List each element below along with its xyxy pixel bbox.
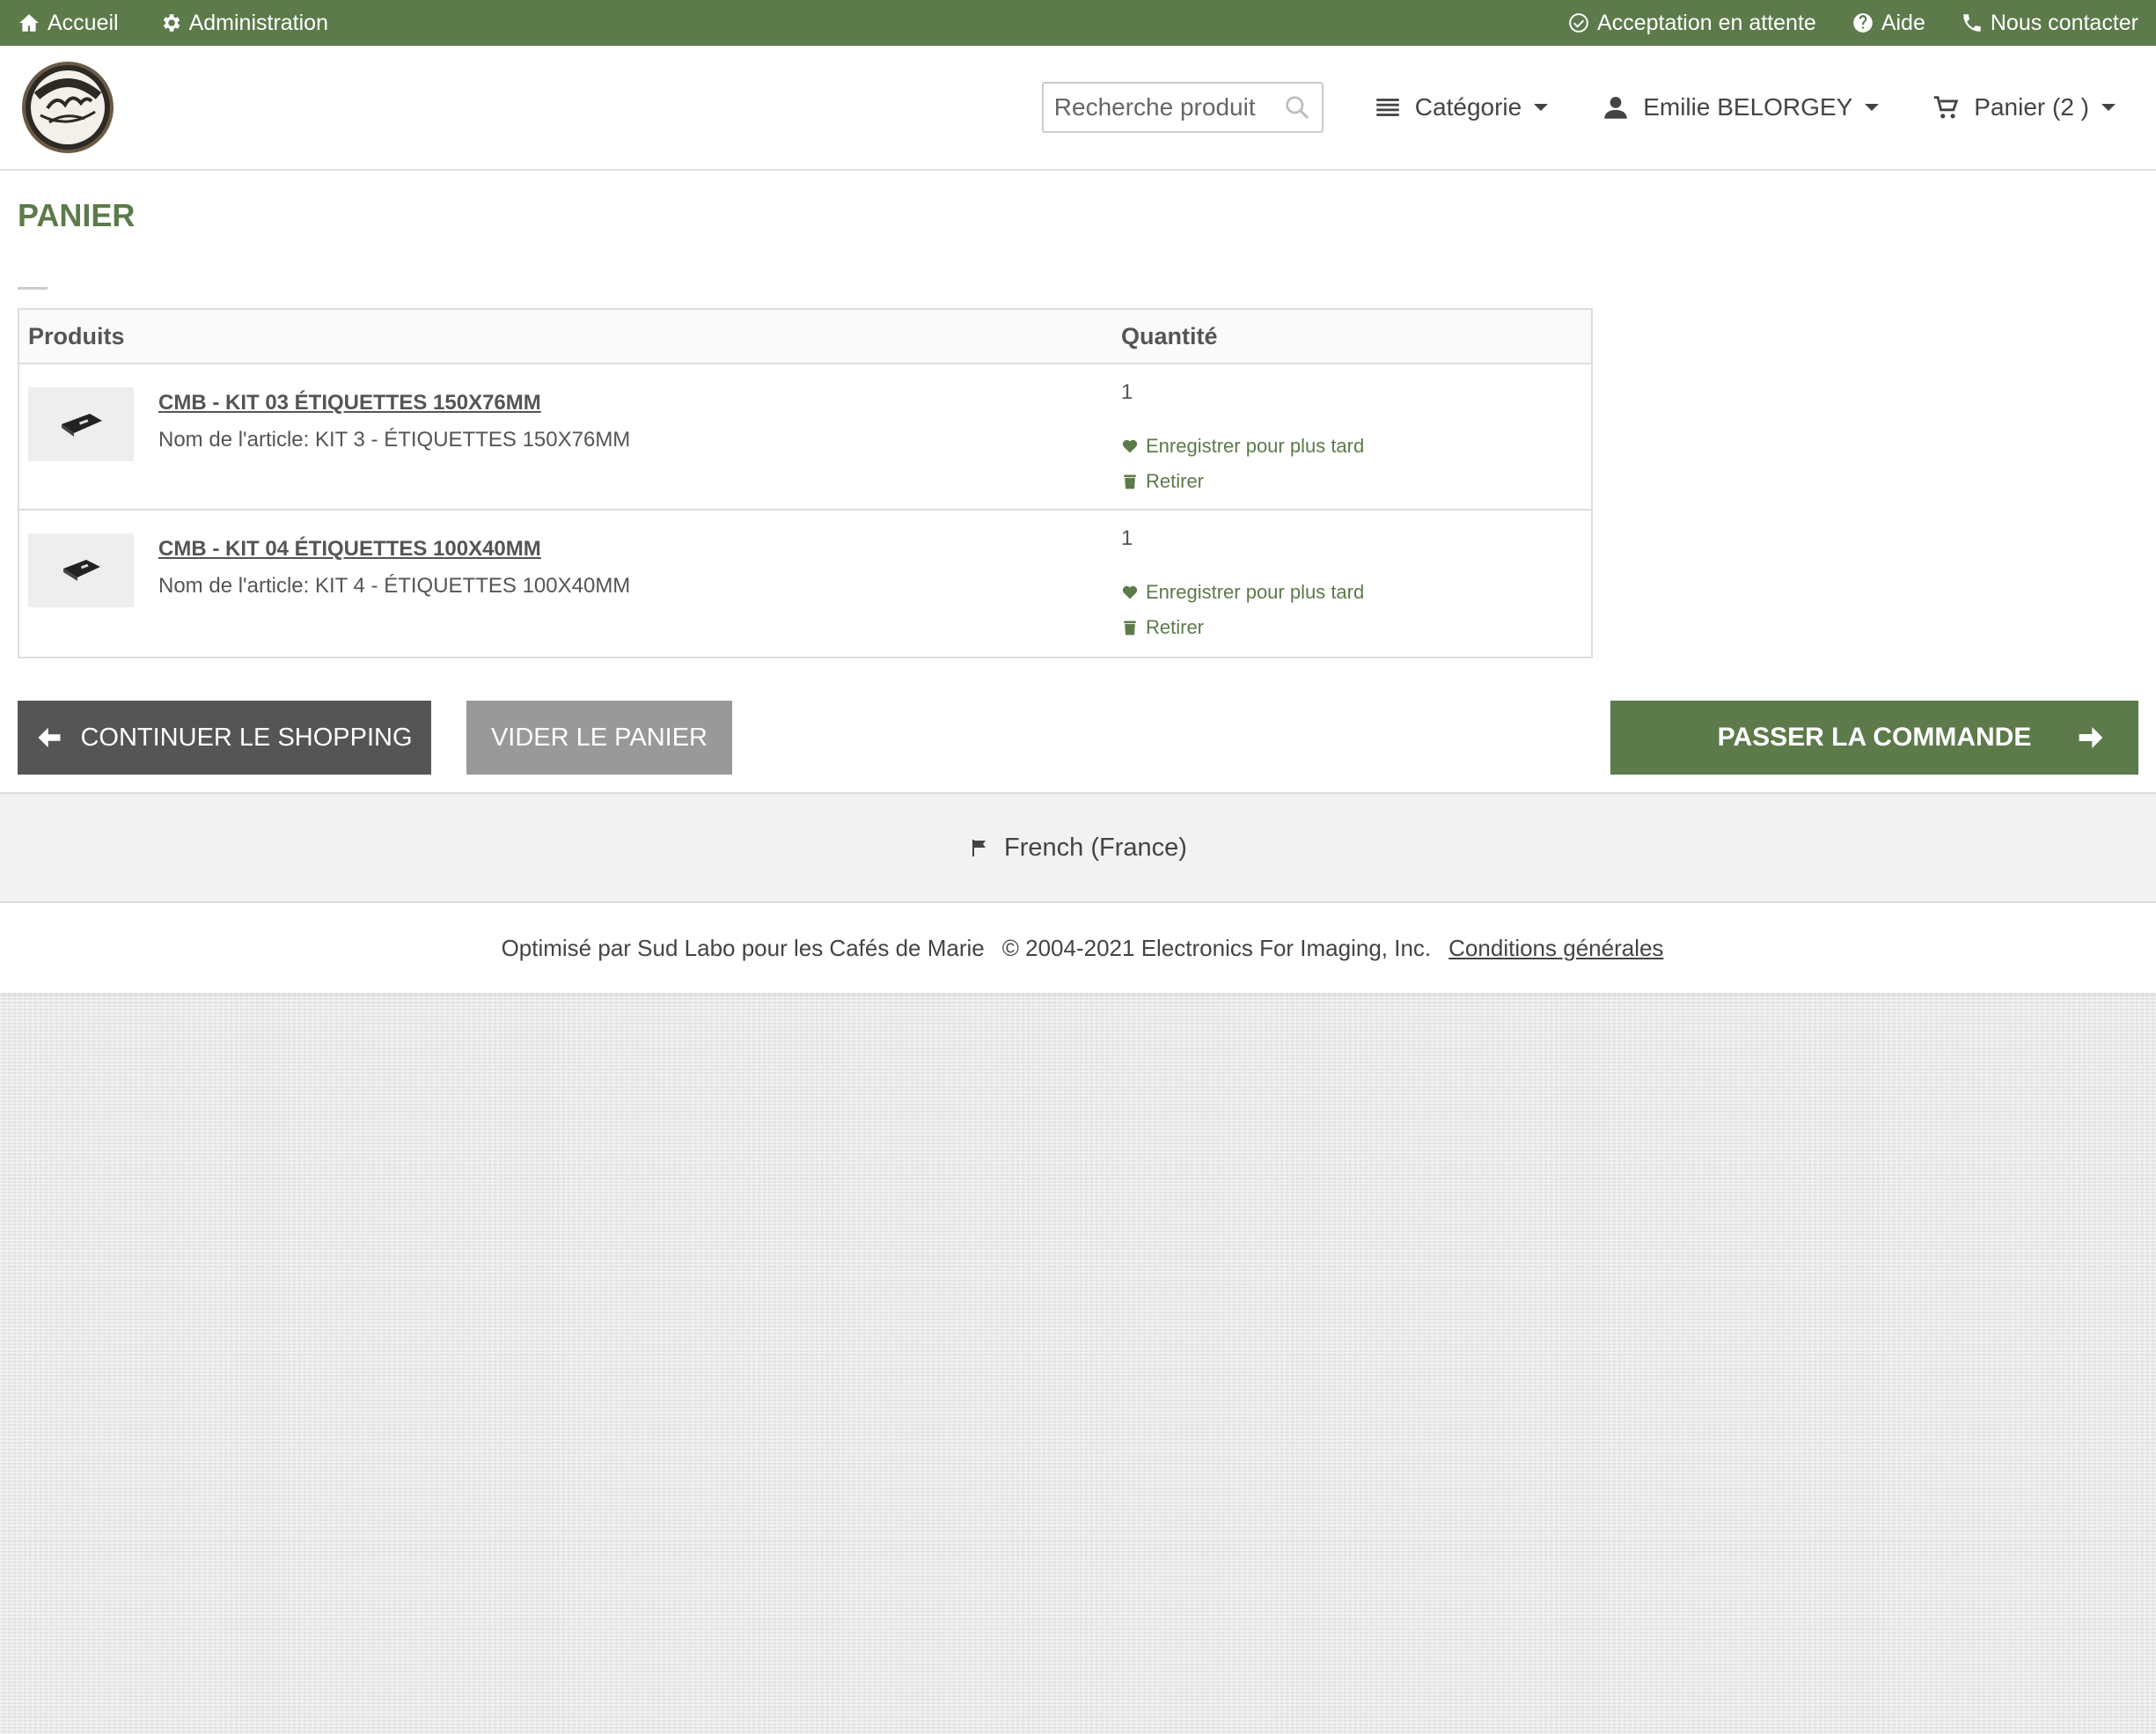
list-icon — [1373, 92, 1403, 122]
save-for-later-label: Enregistrer pour plus tard — [1146, 581, 1365, 603]
product-link[interactable]: CMB - KIT 03 ÉTIQUETTES 150X76MM — [158, 391, 630, 415]
save-for-later-link[interactable]: Enregistrer pour plus tard — [1121, 435, 1591, 458]
search-box[interactable] — [1041, 82, 1324, 133]
save-for-later-link[interactable]: Enregistrer pour plus tard — [1121, 581, 1591, 604]
flag-icon — [972, 840, 986, 856]
top-bar: Accueil Administration Acceptation en at… — [0, 0, 2156, 46]
chevron-down-icon — [2101, 104, 2116, 111]
chevron-down-icon — [1534, 104, 1549, 111]
table-header: Produits Quantité — [19, 310, 1591, 364]
table-row: CMB - KIT 03 ÉTIQUETTES 150X76MM Nom de … — [19, 364, 1591, 511]
product-attribute: Nom de l'article: KIT 3 - ÉTIQUETTES 150… — [158, 428, 631, 452]
gear-icon — [159, 11, 182, 34]
product-link[interactable]: CMB - KIT 04 ÉTIQUETTES 100X40MM — [158, 537, 630, 562]
help-icon — [1852, 11, 1874, 34]
user-name: Emilie BELORGEY — [1643, 93, 1853, 121]
product-thumbnail[interactable] — [28, 533, 134, 607]
remove-label: Retirer — [1146, 616, 1205, 638]
page-title: PANIER — [18, 197, 136, 233]
place-order-label: PASSER LA COMMANDE — [1717, 723, 2032, 752]
nav-contact[interactable]: Nous contacter — [1961, 11, 2138, 36]
user-icon — [1601, 92, 1631, 122]
quantity-value: 1 — [1121, 526, 1133, 550]
remove-link[interactable]: Retirer — [1121, 470, 1591, 493]
nav-home-label: Accueil — [48, 10, 119, 35]
category-menu[interactable]: Catégorie — [1373, 92, 1549, 122]
nav-help-label: Aide — [1881, 10, 1925, 35]
nav-contact-label: Nous contacter — [1990, 10, 2138, 35]
cart-label: Panier (2 ) — [1974, 93, 2089, 121]
nav-home[interactable]: Accueil — [18, 11, 119, 36]
trash-icon — [1124, 474, 1136, 489]
arrow-left-icon — [38, 727, 61, 748]
search-icon[interactable] — [1283, 93, 1311, 121]
save-for-later-label: Enregistrer pour plus tard — [1146, 435, 1365, 457]
empty-cart-button[interactable]: VIDER LE PANIER — [466, 701, 732, 775]
home-icon — [18, 11, 40, 34]
col-header-products: Produits — [28, 322, 125, 349]
language-selector[interactable]: French (France) — [0, 792, 2156, 903]
nav-pending-acceptance[interactable]: Acceptation en attente — [1567, 11, 1816, 36]
place-order-button[interactable]: PASSER LA COMMANDE — [1610, 701, 2138, 775]
nav-admin[interactable]: Administration — [159, 11, 328, 36]
heart-icon — [1122, 439, 1138, 453]
product-thumbnail[interactable] — [28, 387, 134, 461]
footer: Optimisé par Sud Labo pour les Cafés de … — [0, 903, 2156, 993]
product-attribute: Nom de l'article: KIT 4 - ÉTIQUETTES 100… — [158, 574, 631, 598]
continue-shopping-button[interactable]: CONTINUER LE SHOPPING — [18, 701, 431, 775]
phone-icon — [1961, 11, 1984, 34]
check-circle-icon — [1567, 11, 1590, 34]
category-label: Catégorie — [1414, 93, 1522, 121]
chevron-down-icon — [1865, 104, 1880, 111]
trash-icon — [1124, 621, 1136, 636]
remove-link[interactable]: Retirer — [1121, 616, 1591, 639]
powered-by-text: Optimisé par Sud Labo pour les Cafés de … — [501, 934, 985, 961]
nav-help[interactable]: Aide — [1852, 11, 1925, 36]
cart-icon — [1932, 92, 1962, 122]
col-header-quantity: Quantité — [1121, 322, 1218, 349]
cart-table: Produits Quantité CMB - KIT 03 ÉTIQUETTE… — [18, 308, 1593, 658]
cart-menu[interactable]: Panier (2 ) — [1932, 92, 2116, 122]
nav-admin-label: Administration — [188, 10, 328, 35]
table-row: CMB - KIT 04 ÉTIQUETTES 100X40MM Nom de … — [19, 511, 1591, 657]
page: Accueil Administration Acceptation en at… — [0, 0, 2156, 993]
terms-link[interactable]: Conditions générales — [1448, 935, 1663, 962]
nav-pending-label: Acceptation en attente — [1597, 10, 1816, 35]
title-divider — [18, 287, 48, 290]
heart-icon — [1122, 585, 1138, 599]
copyright-text: © 2004-2021 Electronics For Imaging, Inc… — [1001, 934, 1432, 961]
continue-shopping-label: CONTINUER LE SHOPPING — [80, 723, 413, 752]
brand-logo[interactable] — [21, 61, 114, 154]
site-header: Catégorie Emilie BELORGEY Panier (2 ) — [0, 46, 2156, 171]
empty-cart-label: VIDER LE PANIER — [490, 723, 708, 752]
arrow-right-icon — [2079, 727, 2103, 748]
language-label: French (France) — [1004, 833, 1187, 862]
remove-label: Retirer — [1146, 470, 1205, 492]
user-menu[interactable]: Emilie BELORGEY — [1601, 92, 1880, 122]
search-input[interactable] — [1053, 93, 1283, 121]
quantity-value: 1 — [1121, 380, 1133, 404]
